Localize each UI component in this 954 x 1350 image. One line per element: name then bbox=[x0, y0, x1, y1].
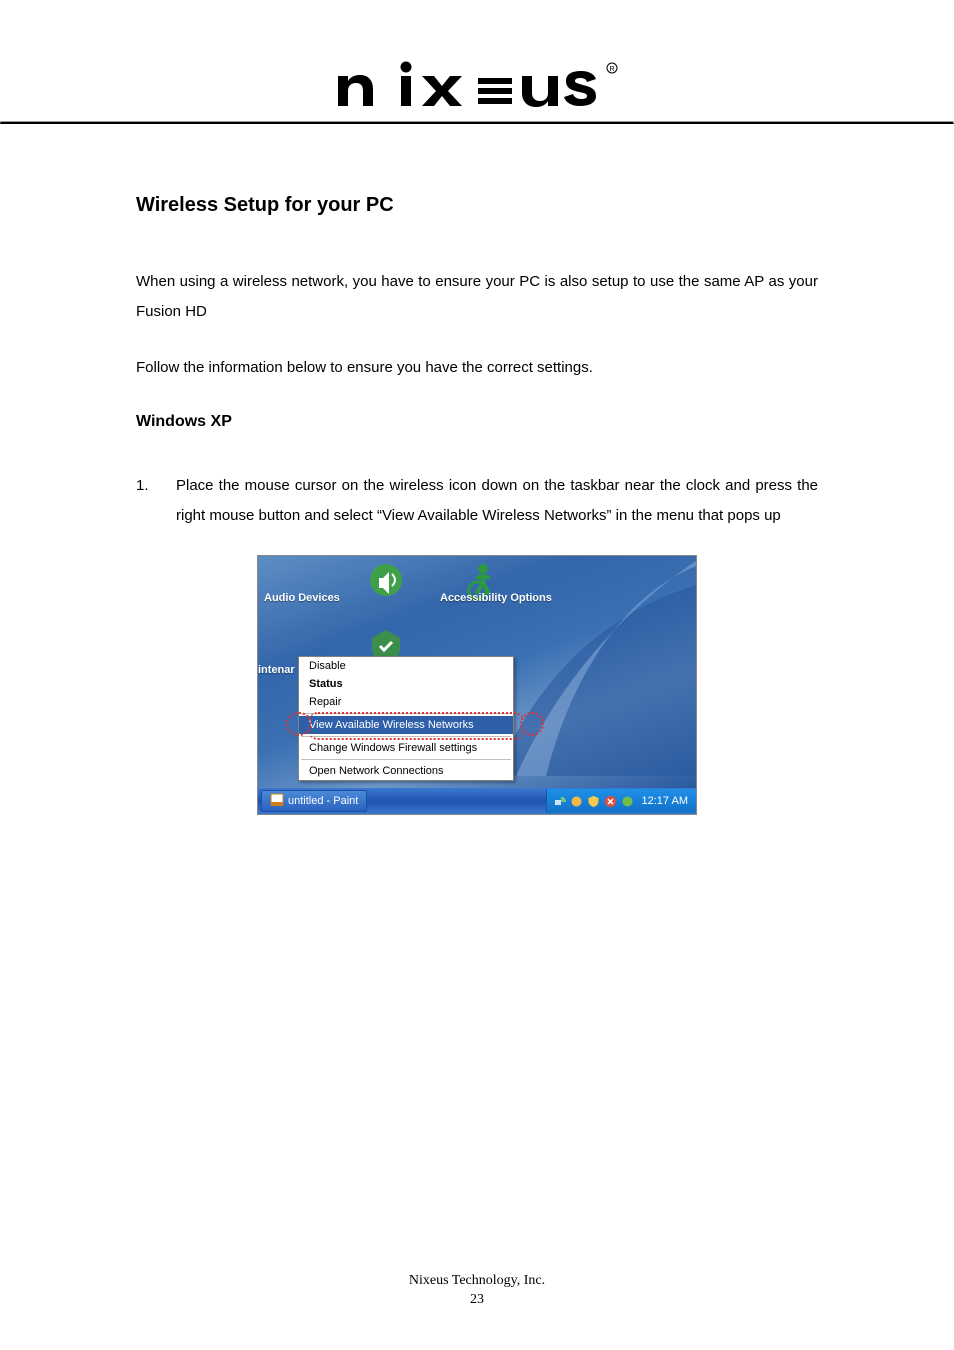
taskbar-app-label: untitled - Paint bbox=[288, 795, 358, 807]
maintenance-label: intenar bbox=[258, 664, 295, 676]
error-tray-icon[interactable] bbox=[604, 795, 617, 808]
shield-tray-icon[interactable] bbox=[587, 795, 600, 808]
menu-separator bbox=[301, 759, 511, 760]
menu-separator bbox=[301, 736, 511, 737]
menu-status[interactable]: Status bbox=[299, 675, 513, 693]
footer-company: Nixeus Technology, Inc. bbox=[0, 1271, 954, 1291]
tray-icon[interactable] bbox=[570, 795, 583, 808]
wireless-tray-icon[interactable] bbox=[553, 795, 566, 808]
os-heading: Windows XP bbox=[136, 413, 818, 431]
footer-page-number: 23 bbox=[0, 1290, 954, 1310]
menu-separator bbox=[301, 713, 511, 714]
accessibility-label: Accessibility Options bbox=[440, 592, 552, 604]
menu-repair[interactable]: Repair bbox=[299, 693, 513, 711]
svg-text:R: R bbox=[609, 66, 614, 73]
system-tray: 12:17 AM bbox=[546, 789, 696, 813]
page-header: R bbox=[0, 0, 954, 121]
paint-icon bbox=[270, 793, 284, 810]
step-1: 1. Place the mouse cursor on the wireles… bbox=[136, 471, 818, 531]
content-area: Wireless Setup for your PC When using a … bbox=[0, 124, 954, 815]
audio-devices-icon[interactable] bbox=[366, 560, 406, 603]
taskbar: untitled - Paint bbox=[258, 788, 696, 814]
page-footer: Nixeus Technology, Inc. 23 bbox=[0, 1271, 954, 1310]
taskbar-app-paint[interactable]: untitled - Paint bbox=[261, 790, 367, 812]
step-number: 1. bbox=[136, 471, 176, 531]
tray-icon[interactable] bbox=[621, 795, 634, 808]
menu-view-networks[interactable]: View Available Wireless Networks bbox=[299, 716, 513, 734]
document-page: R Wireless Setup for your PC When using … bbox=[0, 0, 954, 1350]
nixeus-logo: R bbox=[332, 60, 622, 115]
screenshot-xp-taskbar-menu: Audio Devices Accessibility Options i bbox=[257, 555, 697, 815]
menu-firewall[interactable]: Change Windows Firewall settings bbox=[299, 739, 513, 757]
menu-open-connections[interactable]: Open Network Connections bbox=[299, 762, 513, 780]
wireless-context-menu: Disable Status Repair View Available Wir… bbox=[298, 656, 514, 781]
desktop-area: Audio Devices Accessibility Options i bbox=[258, 556, 696, 788]
step-text: Place the mouse cursor on the wireless i… bbox=[176, 471, 818, 531]
audio-devices-label: Audio Devices bbox=[264, 592, 340, 604]
intro-paragraph-2: Follow the information below to ensure y… bbox=[136, 353, 818, 383]
section-title: Wireless Setup for your PC bbox=[136, 194, 818, 217]
taskbar-clock: 12:17 AM bbox=[642, 795, 688, 807]
menu-disable[interactable]: Disable bbox=[299, 657, 513, 675]
intro-paragraph-1: When using a wireless network, you have … bbox=[136, 267, 818, 327]
